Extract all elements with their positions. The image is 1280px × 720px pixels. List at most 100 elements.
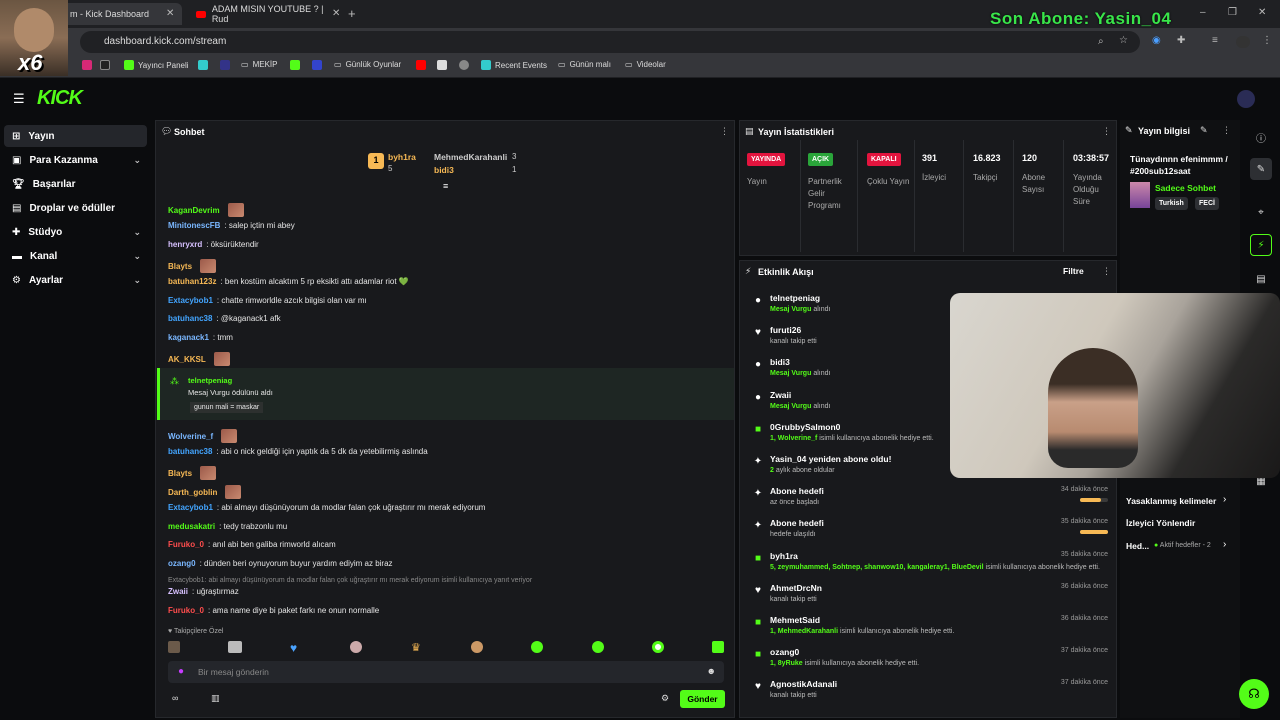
profile-avatar[interactable] — [1236, 36, 1250, 48]
channel-points-icon[interactable]: ∞ — [172, 693, 178, 703]
kick-logo[interactable]: KICK — [37, 87, 83, 110]
edit-pencil-icon[interactable]: ✎ — [1200, 125, 1208, 136]
user-avatar[interactable] — [1237, 90, 1255, 108]
document-icon[interactable]: ▤ — [1250, 268, 1272, 290]
bookmark-gunluk-oyunlar[interactable]: ▭ Günlük Oyunlar — [334, 60, 401, 69]
close-tab-icon[interactable]: ✕ — [332, 8, 340, 19]
chat-username[interactable]: batuhan123z — [168, 277, 216, 286]
bookmark-icon[interactable] — [198, 60, 208, 70]
tag-feci[interactable]: FECİ — [1195, 197, 1219, 210]
event-name[interactable]: ozang0 — [770, 647, 799, 657]
minimize-icon[interactable]: – — [1200, 7, 1206, 18]
event-name[interactable]: Yasin_04 yeniden abone oldu! — [770, 454, 891, 464]
chat-username[interactable]: Blayts — [168, 469, 192, 478]
chat-username[interactable]: batuhanc38 — [168, 314, 212, 323]
bookmark-youtube-icon[interactable] — [416, 60, 426, 70]
leaderboard-first-user[interactable]: byh1ra — [388, 152, 416, 162]
sidebar-item-para-kazanma[interactable]: ▣ Para Kazanma ⌄ — [4, 149, 147, 171]
tab-youtube[interactable]: ADAM MISIN YOUTUBE ? | Rud — [188, 3, 348, 25]
chat-username[interactable]: MinitonescFB — [168, 221, 220, 230]
collapse-leaderboard-icon[interactable]: ≡ — [443, 181, 448, 191]
leaderboard-second-user[interactable]: MehmedKarahanli — [434, 152, 507, 162]
send-button[interactable]: Gönder — [680, 690, 725, 708]
info-circle-icon[interactable]: ⓘ — [1250, 126, 1272, 148]
kick-emote-icon[interactable] — [592, 641, 604, 653]
bookmark-mekip[interactable]: ▭ MEKİP — [241, 60, 277, 69]
emote-icon[interactable] — [168, 641, 180, 653]
url-field[interactable]: dashboard.kick.com/stream — [80, 31, 1140, 53]
filter-button[interactable]: Filtre — [1063, 266, 1084, 276]
help-chat-button[interactable]: ☊ — [1239, 679, 1269, 709]
activity-menu-icon[interactable]: ⋮ — [1102, 266, 1111, 277]
store-icon[interactable]: ▥ — [211, 693, 220, 704]
bookmark-gunun-mali[interactable]: ▭ Günün malı — [558, 60, 611, 69]
event-name[interactable]: MehmetSaid — [770, 615, 820, 625]
event-name[interactable]: telnetpeniag — [770, 293, 820, 303]
hamburger-menu-icon[interactable]: ☰ — [13, 91, 25, 107]
emote-icon[interactable] — [712, 641, 724, 653]
edit-icon[interactable]: ✎ — [1250, 158, 1272, 180]
chat-menu-icon[interactable]: ⋮ — [720, 126, 729, 137]
extensions-puzzle-icon[interactable]: ✚ — [1177, 35, 1185, 46]
sidebar-item-droplar[interactable]: ▤ Droplar ve ödüller — [4, 197, 147, 219]
event-name[interactable]: Abone hedefi — [770, 486, 824, 496]
goals-link[interactable]: Hed... — [1126, 541, 1149, 551]
zoom-icon[interactable]: ⌕ — [1098, 36, 1104, 47]
chat-username[interactable]: Extacybob1 — [168, 296, 213, 305]
chat-settings-gear-icon[interactable]: ⚙ — [661, 693, 669, 704]
bookmark-icon[interactable] — [220, 60, 230, 70]
bookmark-icon[interactable] — [437, 60, 447, 70]
bookmark-tiktok-icon[interactable] — [100, 60, 110, 70]
event-name[interactable]: AhmetDrcNn — [770, 583, 822, 593]
new-tab-icon[interactable]: + — [348, 6, 356, 21]
highlight-user[interactable]: telnetpeniag — [188, 376, 232, 385]
stats-menu-icon[interactable]: ⋮ — [1102, 126, 1111, 137]
event-name[interactable]: Abone hedefi — [770, 518, 824, 528]
category-thumbnail[interactable] — [1130, 182, 1150, 208]
event-name[interactable]: furuti26 — [770, 325, 801, 335]
event-name[interactable]: bidi3 — [770, 357, 790, 367]
chat-username[interactable]: ozang0 — [168, 559, 196, 568]
banned-words-link[interactable]: Yasaklanmış kelimeler — [1126, 496, 1216, 506]
kick-emote-icon[interactable] — [531, 641, 543, 653]
reading-list-icon[interactable]: ≡ — [1212, 35, 1218, 46]
chat-message-input[interactable]: ● Bir mesaj gönderin ☻ — [168, 661, 724, 683]
tag-turkish[interactable]: Turkish — [1155, 197, 1188, 210]
bookmark-yayinci-paneli[interactable]: Yayıncı Paneli — [124, 60, 189, 70]
chat-username[interactable]: Zwaii — [168, 587, 188, 596]
chat-username[interactable]: Extacybob1 — [168, 503, 213, 512]
chat-username[interactable]: Furuko_0 — [168, 606, 204, 615]
maximize-icon[interactable]: ❐ — [1228, 7, 1237, 18]
info-menu-icon[interactable]: ⋮ — [1222, 125, 1231, 136]
sidebar-item-studyo[interactable]: ✚ Stüdyo ⌄ — [4, 221, 147, 243]
tab-kick-dashboard[interactable]: m - Kick Dashboard — [62, 3, 182, 25]
blue-heart-emote-icon[interactable]: ♥ — [290, 641, 297, 655]
bookmark-icon[interactable] — [459, 60, 469, 70]
bookmark-kick-icon[interactable] — [290, 60, 300, 70]
chat-username[interactable]: KaganDevrim — [168, 206, 220, 215]
category-link[interactable]: Sadece Sohbet — [1155, 183, 1216, 193]
bookmark-recent-events[interactable]: Recent Events — [481, 60, 547, 70]
emote-icon[interactable] — [652, 641, 664, 653]
emote-icon[interactable] — [350, 641, 362, 653]
extension-icon[interactable]: ◉ — [1152, 35, 1161, 46]
chat-username[interactable]: Wolverine_f — [168, 432, 213, 441]
chat-username[interactable]: henryxrd — [168, 240, 202, 249]
bookmark-instagram-icon[interactable] — [82, 60, 92, 70]
chat-username[interactable]: Darth_goblin — [168, 488, 217, 497]
event-name[interactable]: 0GrubbySalmon0 — [770, 422, 840, 432]
lightning-action-icon[interactable]: ⚡︎ — [1250, 234, 1272, 256]
chat-username[interactable]: kaganack1 — [168, 333, 209, 342]
bookmark-icon[interactable] — [312, 60, 322, 70]
sidebar-item-ayarlar[interactable]: ⚙ Ayarlar ⌄ — [4, 269, 147, 291]
chat-username[interactable]: medusakatri — [168, 522, 215, 531]
browser-menu-icon[interactable]: ⋮ — [1262, 35, 1272, 46]
crosshair-icon[interactable]: ⌖ — [1250, 201, 1272, 223]
microphone-icon[interactable]: ● — [178, 666, 184, 677]
sidebar-item-kanal[interactable]: ▬ Kanal ⌄ — [4, 245, 147, 267]
emote-icon[interactable] — [228, 641, 242, 653]
close-tab-icon[interactable]: ✕ — [166, 8, 174, 19]
crown-emote-icon[interactable]: ♛ — [411, 641, 421, 654]
chat-username[interactable]: AK_KKSL — [168, 355, 206, 364]
emote-icon[interactable] — [471, 641, 483, 653]
